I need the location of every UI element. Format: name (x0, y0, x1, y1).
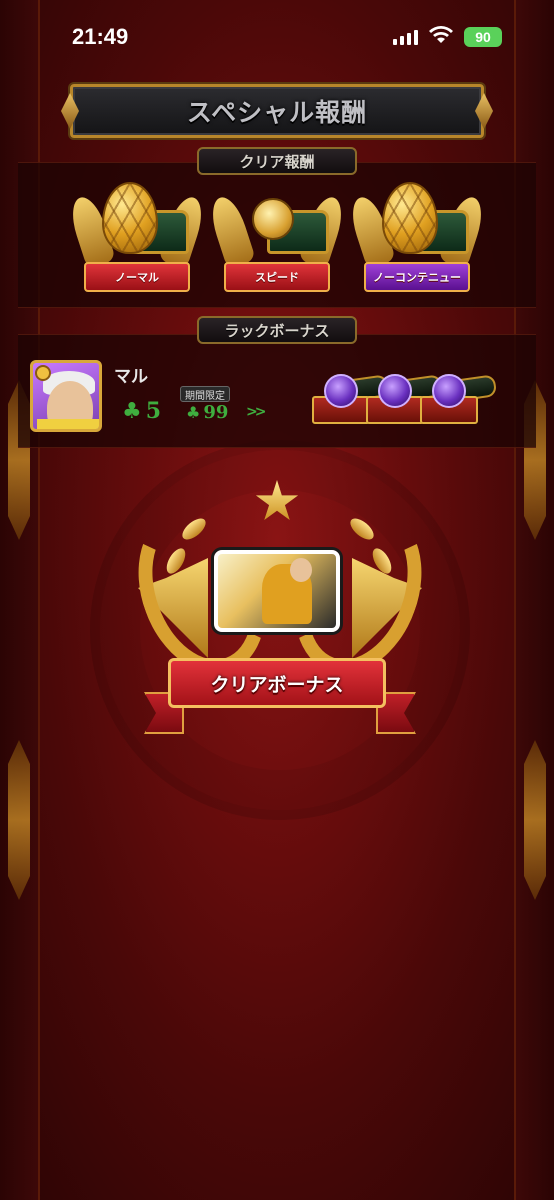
character-avatar[interactable] (30, 360, 102, 432)
status-bar: 21:49 90 (0, 0, 554, 70)
gold-egg-icon (382, 182, 438, 254)
clear-rewards-label: クリア報酬 (197, 147, 357, 175)
character-name: マル (114, 367, 148, 387)
purple-orb-icon (324, 374, 358, 408)
clover-icon: ♣ (122, 398, 142, 424)
limited-badge: 期間限定 (180, 386, 230, 402)
left-ornament (8, 740, 30, 900)
luck-value: ♣ 5 (122, 398, 161, 424)
character-photo (214, 550, 340, 632)
title-banner: スペシャル報酬 (61, 84, 493, 138)
star-icon (255, 480, 299, 521)
luck-bonus-label: ラックボーナス (197, 316, 357, 344)
coin-icon (35, 365, 51, 381)
limited-luck-value: ♣ 99 (186, 402, 228, 423)
wifi-icon (429, 26, 453, 43)
clover-icon: ♣ (186, 403, 201, 422)
reward-label: ノーマル (84, 262, 190, 292)
reward-label: スピード (224, 262, 330, 292)
reward-no-continue[interactable]: ノーコンテニュー (345, 176, 489, 306)
clear-bonus-emblem[interactable]: クリアボーナス (116, 478, 444, 748)
purple-orb-icon (378, 374, 412, 408)
purple-orb-chest-icon[interactable] (312, 374, 390, 424)
purple-orb-icon (432, 374, 466, 408)
avatar-shirt (37, 419, 99, 429)
gold-egg-icon (102, 182, 158, 254)
battery-level: 90 (475, 29, 491, 45)
battery-icon: 90 (464, 27, 502, 47)
reward-speed[interactable]: スピード (205, 176, 349, 306)
reward-label: ノーコンテニュー (364, 262, 470, 292)
limited-luck-number: 99 (203, 402, 229, 423)
gold-medal-chest-icon (252, 198, 294, 240)
signal-icon (393, 30, 418, 45)
arrows-icon: >> (246, 404, 267, 420)
right-ornament (524, 740, 546, 900)
purple-orb-chest-icon[interactable] (420, 374, 498, 424)
luck-number: 5 (145, 398, 162, 424)
photo-head (290, 558, 312, 582)
reward-normal[interactable]: ノーマル (65, 176, 209, 306)
status-time: 21:49 (72, 24, 129, 49)
page-title: スペシャル報酬 (186, 98, 368, 127)
clear-bonus-label: クリアボーナス (168, 658, 386, 708)
purple-orb-chest-icon[interactable] (366, 374, 444, 424)
laurel-icon (205, 193, 257, 269)
